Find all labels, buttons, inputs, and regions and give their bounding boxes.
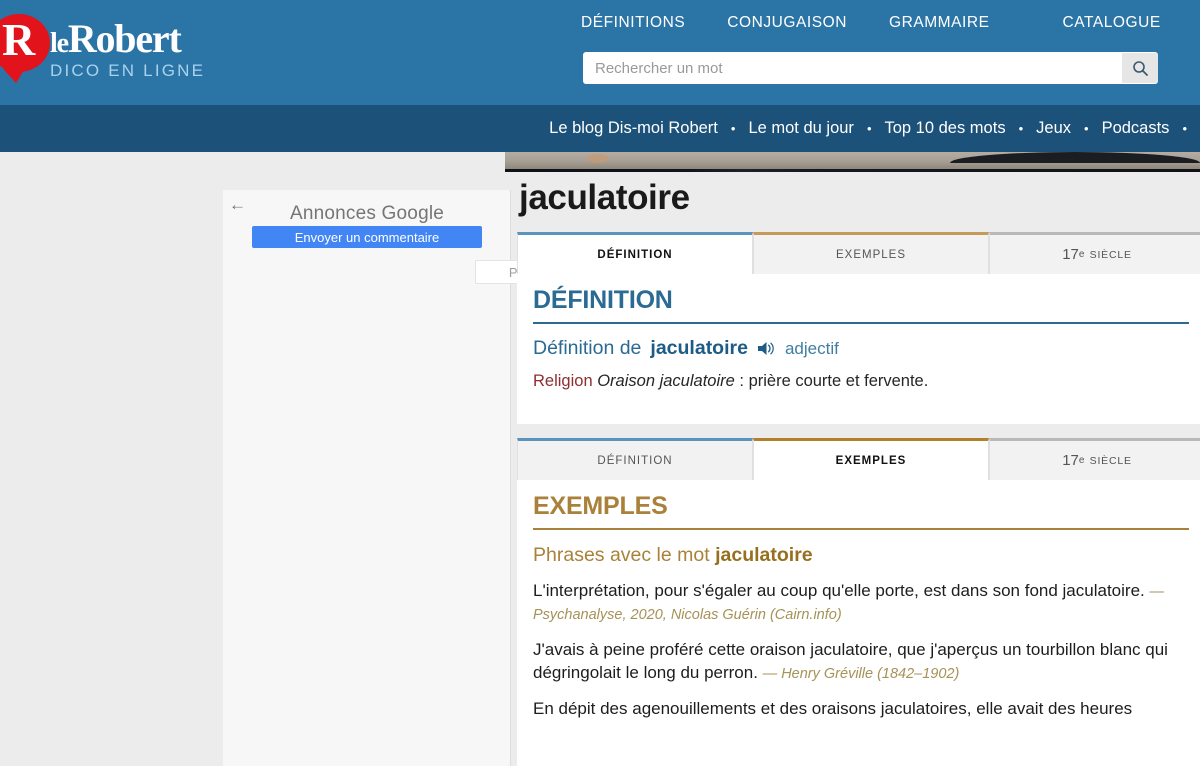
secondary-navigation: Le blog Dis-moi Robert • Le mot du jour …: [0, 105, 1200, 152]
subnav-item-top-10[interactable]: Top 10 des mots: [885, 119, 1006, 138]
banner-image: [505, 152, 1200, 172]
google-ads-panel: ← Annonces Google Envoyer un commentaire…: [223, 190, 706, 766]
dictionary-article: jaculatoire DÉFINITION EXEMPLES 17 e SIÈC…: [505, 172, 1200, 766]
definition-panel: DÉFINITION Définition de jaculatoire adj…: [517, 274, 1200, 424]
send-feedback-button[interactable]: Envoyer un commentaire: [252, 226, 482, 248]
definition-separator: :: [734, 372, 749, 390]
tab-bar-examples: DÉFINITION EXEMPLES 17 e SIÈCLE: [517, 438, 1200, 480]
search-input[interactable]: [583, 53, 1122, 83]
banner-detail: [587, 154, 609, 163]
definition-gloss: prière courte et fervente.: [748, 372, 929, 390]
logo-letter-r: R: [2, 14, 35, 65]
nav-item-grammaire[interactable]: GRAMMAIRE: [889, 14, 990, 32]
subnav-item-jeux[interactable]: Jeux: [1036, 119, 1071, 138]
tab-exemples[interactable]: EXEMPLES: [753, 232, 989, 274]
page-body: ← Annonces Google Envoyer un commentaire…: [0, 152, 1200, 766]
subnav-separator: •: [866, 121, 872, 136]
logo-wordmark: leRobert: [50, 18, 205, 60]
search-bar: [583, 52, 1158, 84]
definition-heading: DÉFINITION: [533, 286, 673, 314]
definition-example-phrase: Oraison jaculatoire: [597, 372, 735, 390]
subnav-separator: •: [1018, 121, 1024, 136]
tab-17-word: SIÈCLE: [1089, 248, 1132, 261]
tab-17e-siecle[interactable]: 17 e SIÈCLE: [989, 232, 1200, 274]
nav-item-conjugaison[interactable]: CONJUGAISON: [727, 14, 847, 32]
subnav-separator: •: [1084, 121, 1089, 136]
site-logo[interactable]: R leRobert DICO EN LIGNE: [0, 8, 228, 92]
example-item: En dépit des agenouillements et des orai…: [517, 685, 1200, 721]
subnav-item-podcasts[interactable]: Podcasts: [1102, 119, 1170, 138]
examples-panel: EXEMPLES Phrases avec le mot jaculatoire…: [517, 480, 1200, 766]
nav-item-definitions[interactable]: DÉFINITIONS: [581, 14, 685, 32]
tab-17e-siecle-2[interactable]: 17 e SIÈCLE: [989, 438, 1200, 480]
logo-text: leRobert DICO EN LIGNE: [50, 18, 205, 81]
logo-robert: Robert: [67, 16, 182, 61]
example-text: L'interprétation, pour s'égaler au coup …: [533, 581, 1145, 600]
subnav-separator: •: [730, 121, 736, 136]
definition-intro-prefix: Définition de: [533, 337, 642, 359]
tab-17-ordinal: e: [1078, 249, 1086, 260]
tab-definition-2[interactable]: DÉFINITION: [517, 438, 753, 480]
definition-body: Religion Oraison jaculatoire : prière co…: [517, 360, 1200, 391]
definition-entry-line: Définition de jaculatoire adjectif: [517, 324, 1200, 360]
tab-exemples-2[interactable]: EXEMPLES: [753, 438, 989, 480]
tab-17-word: SIÈCLE: [1089, 454, 1132, 467]
example-item: J'avais à peine proféré cette oraison ja…: [517, 626, 1200, 685]
examples-subheading-word: jaculatoire: [715, 544, 813, 566]
search-icon: [1132, 60, 1148, 76]
ads-panel-title: Annonces Google: [289, 203, 445, 224]
example-item: L'interprétation, pour s'égaler au coup …: [517, 567, 1200, 626]
examples-subheading: Phrases avec le mot jaculatoire: [517, 530, 1200, 567]
tab-definition[interactable]: DÉFINITION: [517, 232, 753, 274]
subnav-item-blog[interactable]: Le blog Dis-moi Robert: [549, 119, 718, 138]
nav-item-catalogue[interactable]: CATALOGUE: [1063, 14, 1161, 32]
site-header: R leRobert DICO EN LIGNE DÉFINITIONS CON…: [0, 0, 1200, 105]
search-button[interactable]: [1122, 53, 1158, 83]
part-of-speech: adjectif: [784, 338, 839, 358]
tab-17-number: 17: [1062, 452, 1079, 469]
example-text: En dépit des agenouillements et des orai…: [533, 698, 1133, 718]
primary-navigation: DÉFINITIONS CONJUGAISON GRAMMAIRE CATALO…: [565, 8, 1185, 38]
examples-heading: EXEMPLES: [533, 492, 668, 520]
speaker-icon[interactable]: [757, 340, 776, 357]
logo-tagline: DICO EN LIGNE: [50, 61, 206, 80]
tab-17-number: 17: [1062, 246, 1079, 263]
example-citation: — Henry Gréville (1842–1902): [762, 665, 960, 682]
definition-domain-label: Religion: [533, 372, 593, 390]
subnav-separator: •: [1182, 121, 1187, 136]
tab-17-ordinal: e: [1078, 455, 1086, 466]
tab-bar-definition: DÉFINITION EXEMPLES 17 e SIÈCLE: [517, 232, 1200, 274]
subnav-item-mot-du-jour[interactable]: Le mot du jour: [748, 119, 853, 138]
examples-subheading-prefix: Phrases avec le mot: [533, 544, 710, 566]
definition-entry-word: jaculatoire: [650, 337, 748, 359]
logo-le: le: [50, 28, 69, 59]
page-title: jaculatoire: [519, 178, 690, 217]
